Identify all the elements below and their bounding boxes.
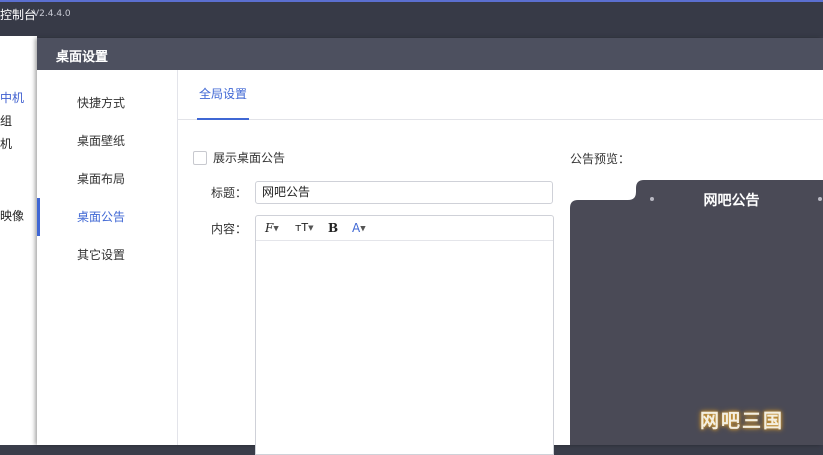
notice-title-input[interactable]: 网吧公告 [255, 181, 553, 204]
font-size-icon: тT [295, 221, 309, 234]
nav-item-layout[interactable]: 桌面布局 [37, 160, 177, 198]
tab-bar: 全局设置 [178, 70, 823, 120]
app-sidebar: 中机 组 机 映像 [0, 36, 37, 445]
app-title: 控制台 [0, 8, 37, 22]
tab-global-settings[interactable]: 全局设置 [197, 70, 250, 120]
font-family-button[interactable]: F▼ [265, 219, 279, 237]
show-notice-option[interactable]: 展示桌面公告 [193, 149, 285, 166]
app-sidebar-item[interactable]: 中机 [0, 89, 24, 106]
chevron-down-icon: ▼ [308, 224, 314, 232]
notice-content-editor[interactable]: F▼ тT▼ B A▼ [255, 215, 554, 455]
app-sidebar-item[interactable]: 组 [0, 112, 12, 129]
chevron-down-icon: ▼ [273, 224, 279, 233]
notice-preview: 网吧公告 [570, 180, 823, 445]
nav-item-other[interactable]: 其它设置 [37, 236, 177, 274]
bold-button[interactable]: B [328, 219, 338, 237]
font-size-button[interactable]: тT▼ [295, 219, 314, 237]
content-label: 内容： [211, 222, 248, 236]
font-color-icon: A [352, 221, 361, 235]
app-version: V2.4.4.0 [33, 9, 71, 19]
nav-item-wallpaper[interactable]: 桌面壁纸 [37, 122, 177, 160]
nav-item-shortcuts[interactable]: 快捷方式 [37, 84, 177, 122]
preview-notice-title: 网吧公告 [703, 193, 760, 209]
font-color-button[interactable]: A▼ [352, 219, 366, 237]
show-notice-checkbox[interactable] [193, 150, 207, 165]
show-notice-label: 展示桌面公告 [213, 151, 286, 165]
app-sidebar-item[interactable]: 映像 [0, 207, 24, 224]
desktop-settings-dialog: 桌面设置 快捷方式 桌面壁纸 桌面布局 桌面公告 其它设置 全局设置 展示桌面公… [37, 38, 823, 455]
app-sidebar-item[interactable]: 机 [0, 135, 12, 152]
dialog-header: 桌面设置 [37, 38, 823, 70]
settings-nav: 快捷方式 桌面壁纸 桌面布局 桌面公告 其它设置 [37, 70, 178, 445]
watermark-logo: 网吧三国 [700, 410, 785, 432]
preview-shape [570, 180, 823, 445]
editor-toolbar: F▼ тT▼ B A▼ [256, 216, 553, 241]
nav-item-notice[interactable]: 桌面公告 [37, 198, 177, 236]
app-title-bar: 控制台 V2.4.4.0 [0, 0, 823, 36]
preview-label: 公告预览： [570, 152, 631, 166]
bold-icon: B [328, 221, 339, 235]
title-label: 标题： [211, 186, 248, 200]
dialog-title: 桌面设置 [56, 50, 109, 65]
chevron-down-icon: ▼ [360, 224, 366, 233]
